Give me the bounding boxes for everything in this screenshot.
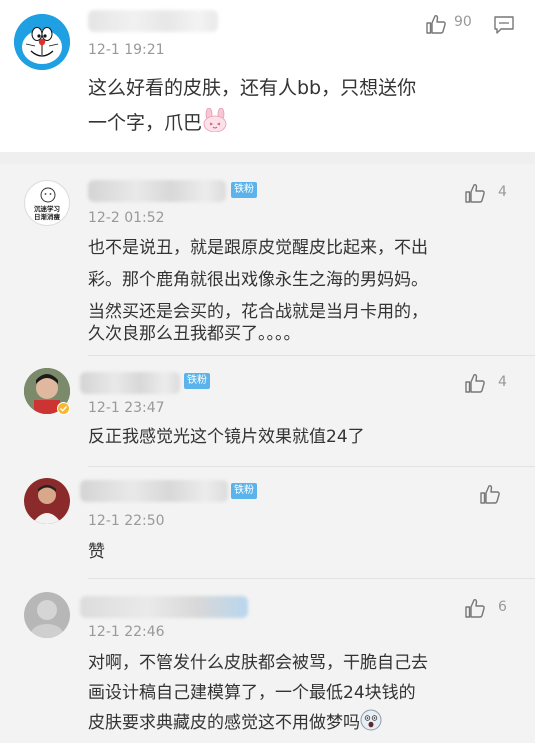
divider (88, 578, 535, 579)
user-avatar-doraemon[interactable] (14, 14, 70, 70)
comment-bubble-icon[interactable] (493, 15, 515, 35)
thumbs-up-icon[interactable] (479, 484, 501, 504)
reply-time: 12-1 22:50 (88, 513, 165, 529)
avatar-caption-line1: 沉迷学习 (34, 205, 60, 213)
section-divider (0, 152, 535, 164)
fan-badge: 铁粉 (231, 483, 257, 499)
frightened-face-emoji-icon (360, 709, 382, 731)
username-blurred[interactable] (80, 372, 180, 394)
like-count: 4 (498, 374, 507, 390)
comment-text-line2: 一个字，爪巴 (88, 107, 228, 139)
reply-time: 12-1 22:46 (88, 624, 165, 640)
reply-text-line-content: 皮肤要求典藏皮的感觉这不用做梦吗 (88, 713, 360, 733)
thumbs-up-icon[interactable] (425, 14, 447, 34)
comment-text-line2-text: 一个字，爪巴 (88, 112, 203, 134)
reply-text-line: 彩。那个鹿角就很出戏像永生之海的男妈妈。 (88, 270, 428, 290)
user-avatar-grey[interactable] (24, 592, 70, 638)
reply-time: 12-2 01:52 (88, 210, 165, 226)
divider (88, 355, 535, 356)
photo-avatar-icon (24, 478, 70, 524)
username-blurred[interactable] (80, 596, 248, 618)
user-avatar-study[interactable]: 沉迷学习 日渐消瘦 (24, 180, 70, 226)
comment-time: 12-1 19:21 (88, 42, 165, 58)
reply-text-line: 画设计稿自己建模算了，一个最低24块钱的 (88, 683, 416, 703)
username-blurred[interactable] (80, 480, 228, 502)
thumbs-up-icon[interactable] (464, 183, 486, 203)
like-count: 4 (498, 184, 507, 200)
reply-time: 12-1 23:47 (88, 400, 165, 416)
reply-text-line: 对啊，不管发什么皮肤都会被骂，干脆自己去 (88, 653, 428, 673)
verified-badge-icon (57, 402, 70, 415)
reply-text-line: 赞 (88, 542, 105, 562)
avatar-caption-line2: 日渐消瘦 (34, 213, 60, 221)
doraemon-avatar-icon (14, 14, 70, 70)
thumbs-up-icon[interactable] (464, 598, 486, 618)
like-count: 90 (454, 14, 472, 30)
user-avatar-photo[interactable] (24, 478, 70, 524)
replies-list: 沉迷学习 日渐消瘦 铁粉 12-2 01:52 4 也不是说丑，就是跟原皮觉醒皮… (0, 164, 535, 743)
like-count: 6 (498, 599, 507, 615)
username-blurred[interactable] (88, 180, 226, 202)
reply-text-line: 也不是说丑，就是跟原皮觉醒皮比起来，不出 (88, 238, 428, 258)
photo-avatar-icon (24, 592, 70, 638)
reply-text-line: 反正我感觉光这个镜片效果就值24了 (88, 427, 365, 447)
thumbs-up-icon[interactable] (464, 373, 486, 393)
reply-text-line: 皮肤要求典藏皮的感觉这不用做梦吗 (88, 707, 382, 739)
divider (88, 466, 535, 467)
fan-badge: 铁粉 (184, 373, 210, 389)
username-blurred[interactable] (88, 10, 218, 32)
reply-text-line: 久次良那么丑我都买了。。。。 (88, 324, 301, 344)
main-comment: 12-1 19:21 90 这么好看的皮肤，还有人bb，只想送你 一个字，爪巴 (0, 0, 535, 152)
pink-bunny-emoji-icon (203, 108, 227, 132)
comment-text-line1: 这么好看的皮肤，还有人bb，只想送你 (88, 77, 417, 99)
fan-badge: 铁粉 (231, 182, 257, 198)
